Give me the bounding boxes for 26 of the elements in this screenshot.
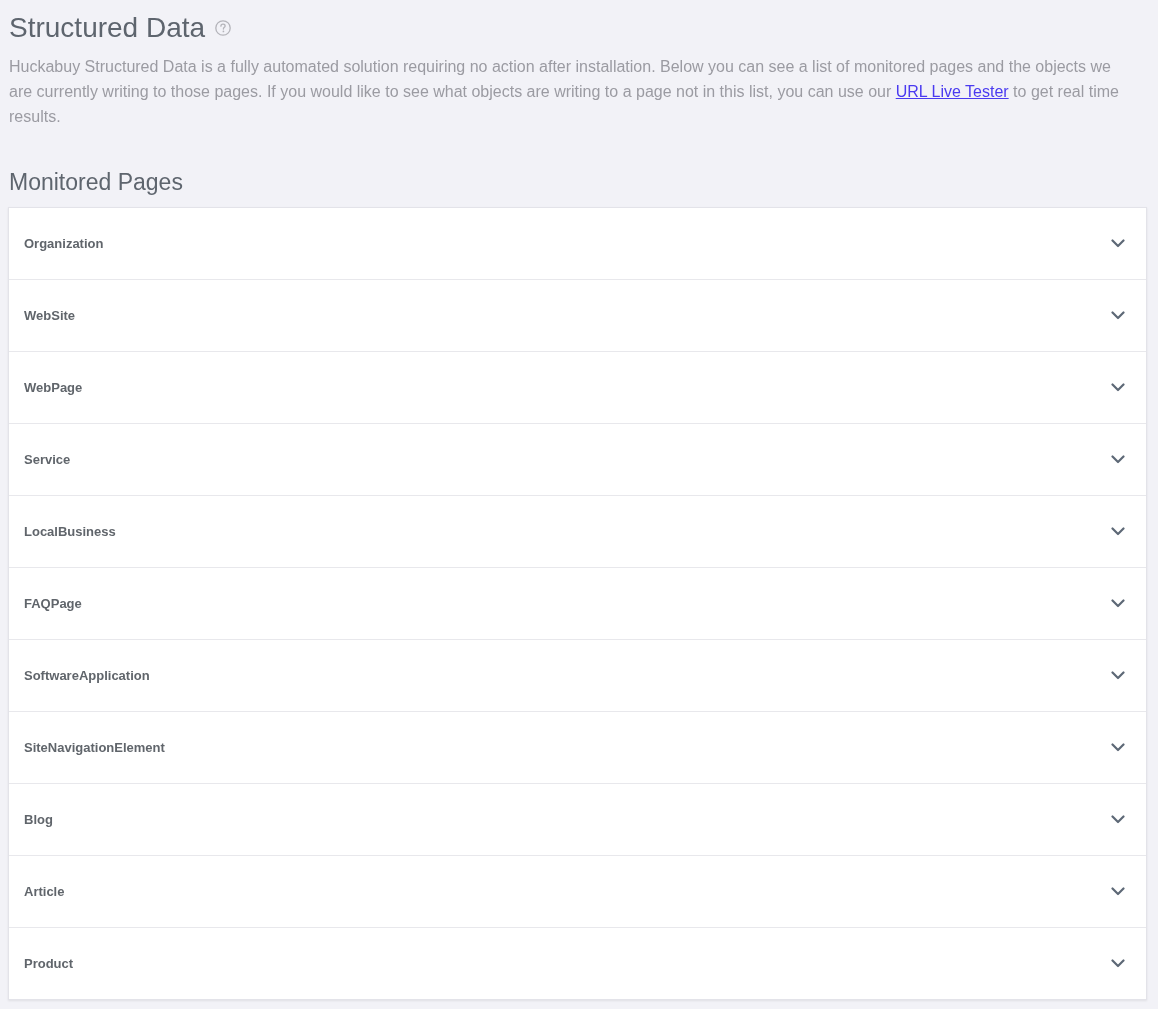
accordion-row[interactable]: SoftwareApplication <box>9 640 1146 712</box>
description-text: Huckabuy Structured Data is a fully automated solution requiring no action after installation. Below you can see a list of monitored pages and the objects we are currently writing to those pages. If you would like to see what objects are writing to a page not in this list, you can use our URL Live Tester to get real time results. <box>9 57 1120 127</box>
accordion-row[interactable]: Service <box>9 424 1146 496</box>
section-title: Monitored Pages <box>9 168 183 197</box>
accordion-row[interactable]: SiteNavigationElement <box>9 712 1146 784</box>
chevron-down-icon[interactable] <box>1111 527 1125 536</box>
chevron-down-icon[interactable] <box>1111 815 1125 824</box>
accordion-row[interactable]: Blog <box>9 784 1146 856</box>
chevron-down-icon[interactable] <box>1111 671 1125 680</box>
chevron-down-icon[interactable] <box>1111 311 1125 320</box>
chevron-down-icon[interactable] <box>1111 239 1125 248</box>
accordion-row[interactable]: Article <box>9 856 1146 928</box>
accordion-row[interactable]: Organization <box>9 208 1146 280</box>
chevron-down-icon[interactable] <box>1111 959 1125 968</box>
page-title: Structured Data <box>9 11 206 45</box>
chevron-down-icon[interactable] <box>1111 599 1125 608</box>
chevron-down-icon[interactable] <box>1111 455 1125 464</box>
accordion-row[interactable]: WebPage <box>9 352 1146 424</box>
chevron-down-icon[interactable] <box>1111 887 1125 896</box>
accordion-row[interactable]: FAQPage <box>9 568 1146 640</box>
accordion-row[interactable]: LocalBusiness <box>9 496 1146 568</box>
accordion-row[interactable]: WebSite <box>9 280 1146 352</box>
accordion-row[interactable]: Product <box>9 928 1146 999</box>
chevron-down-icon[interactable] <box>1111 383 1125 392</box>
chevron-down-icon[interactable] <box>1111 743 1125 752</box>
tester-link[interactable]: URL Live Tester <box>895 83 1009 100</box>
